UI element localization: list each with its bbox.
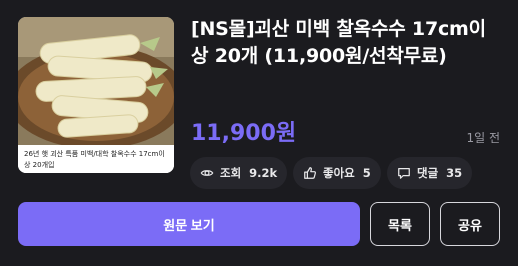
product-thumbnail[interactable]: 26년 햇 괴산 특품 미백/대학 찰옥수수 17cm이상 20개입 (18, 17, 174, 173)
thumbnail-caption: 26년 햇 괴산 특품 미백/대학 찰옥수수 17cm이상 20개입 (18, 145, 174, 173)
deal-card: 26년 햇 괴산 특품 미백/대학 찰옥수수 17cm이상 20개입 [NS몰]… (0, 0, 518, 266)
views-count: 9.2k (249, 166, 278, 180)
list-button[interactable]: 목록 (370, 202, 430, 246)
comments-label: 댓글 (417, 166, 439, 180)
eye-icon (200, 166, 214, 180)
posted-time: 1일 전 (466, 131, 500, 145)
comments-chip[interactable]: 댓글 35 (387, 157, 473, 189)
deal-price: 11,900원 (191, 121, 297, 146)
likes-chip[interactable]: 좋아요 5 (293, 157, 381, 189)
views-chip: 조회 9.2k (190, 157, 288, 189)
comments-count: 35 (446, 166, 463, 180)
comment-icon (397, 166, 411, 180)
views-label: 조회 (220, 166, 242, 180)
deal-title[interactable]: [NS몰]괴산 미백 찰옥수수 17cm이상 20개 (11,900원/선착무료… (191, 16, 501, 70)
share-button[interactable]: 공유 (440, 202, 500, 246)
likes-label: 좋아요 (323, 166, 355, 180)
thumbs-up-icon (303, 166, 317, 180)
likes-count: 5 (362, 166, 371, 180)
view-original-button[interactable]: 원문 보기 (18, 202, 360, 246)
